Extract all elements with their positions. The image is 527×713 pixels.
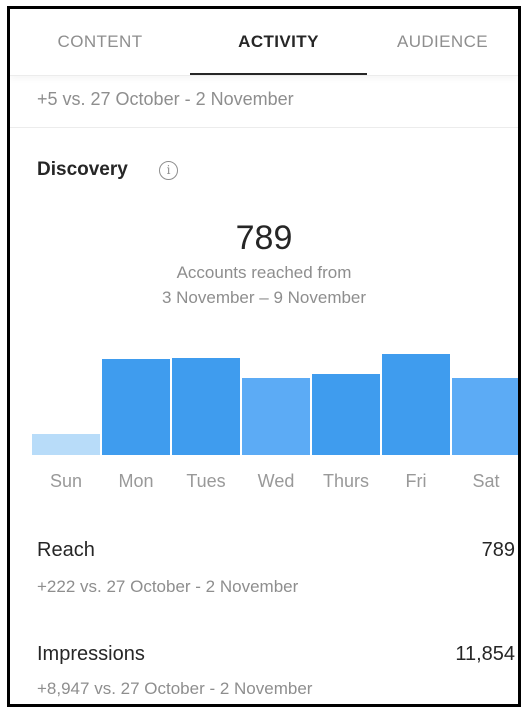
accounts-reached-count: 789: [235, 219, 293, 257]
date-range-label: 3 November – 9 November: [161, 288, 367, 307]
day-label-thurs: Thurs: [323, 471, 369, 491]
bar-fri: [382, 354, 450, 455]
impressions-comparison: +8,947 vs. 27 October - 2 November: [37, 679, 313, 698]
tab-activity[interactable]: ACTIVITY: [190, 9, 367, 75]
day-label-sun: Sun: [50, 471, 82, 491]
section-divider: [10, 127, 518, 128]
bar-tues: [172, 358, 240, 455]
day-label-sat: Sat: [472, 471, 499, 491]
accounts-reached-bar-chart: Sun Mon Tues Wed Thurs Fri Sat: [32, 354, 518, 491]
discovery-title: Discovery: [37, 159, 128, 180]
bar-mon: [102, 359, 170, 455]
tab-content[interactable]: CONTENT: [10, 9, 190, 75]
reach-comparison: +222 vs. 27 October - 2 November: [37, 577, 299, 596]
impressions-label: Impressions: [37, 643, 145, 665]
tab-audience[interactable]: AUDIENCE: [367, 9, 518, 75]
bar-sat: [452, 378, 518, 455]
impressions-value: 11,854: [455, 643, 515, 665]
bar-thurs: [312, 374, 380, 455]
info-icon[interactable]: i: [159, 161, 178, 180]
reach-value: 789: [481, 539, 515, 561]
day-label-mon: Mon: [118, 471, 153, 491]
day-label-tues: Tues: [186, 471, 225, 491]
insights-tab-bar: CONTENT ACTIVITY AUDIENCE: [10, 9, 518, 76]
day-label-wed: Wed: [258, 471, 295, 491]
accounts-reached-caption: Accounts reached from: [176, 263, 352, 282]
previous-section-comparison: +5 vs. 27 October - 2 November: [37, 89, 294, 109]
active-tab-indicator: [190, 73, 367, 75]
bar-sun: [32, 434, 100, 455]
reach-label: Reach: [37, 539, 95, 561]
bar-wed: [242, 378, 310, 455]
day-label-fri: Fri: [406, 471, 427, 491]
insights-screen: CONTENT ACTIVITY AUDIENCE +5 vs. 27 Octo…: [7, 6, 521, 707]
